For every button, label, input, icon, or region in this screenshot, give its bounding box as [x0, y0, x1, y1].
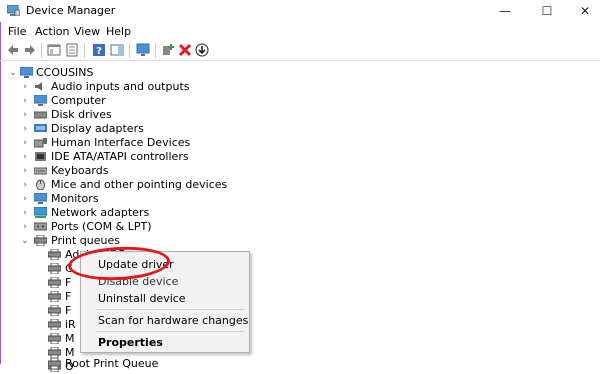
expand-arrow-icon[interactable]: › [20, 220, 30, 234]
maximize-button[interactable]: ☐ [532, 2, 562, 20]
print-queue-label: F [65, 304, 72, 317]
tree-category-label: Display adapters [51, 122, 144, 135]
forward-icon[interactable] [23, 43, 37, 57]
expand-arrow-icon[interactable]: › [20, 192, 30, 206]
tree-category-label: Monitors [51, 192, 99, 205]
print-queue-item[interactable]: Root Print Queue [48, 357, 198, 371]
printer-icon [48, 249, 61, 260]
expand-arrow-icon[interactable]: › [20, 80, 30, 94]
printer-icon [48, 333, 61, 344]
tree-category-label: IDE ATA/ATAPI controllers [51, 150, 189, 163]
printer-icon [48, 305, 61, 316]
title-bar: Device Manager — ☐ ✕ [0, 0, 600, 22]
expand-arrow-icon[interactable]: › [20, 164, 30, 178]
tree-category[interactable]: › Computer [20, 94, 320, 108]
svg-text:?: ? [96, 46, 102, 57]
menu-separator [96, 309, 244, 310]
expand-arrow-icon[interactable]: › [20, 94, 30, 108]
tree-category[interactable]: › Disk drives [20, 108, 320, 122]
action-pane-icon[interactable] [110, 43, 124, 57]
tree-category[interactable]: › Network adapters [20, 206, 320, 220]
scan-hardware-monitor-icon[interactable] [136, 43, 150, 57]
help-icon[interactable]: ? [92, 43, 106, 57]
mouse-icon [36, 179, 45, 190]
print-queue-label: M [65, 332, 75, 345]
device-manager-icon [7, 5, 20, 16]
ide-controller-icon [35, 152, 46, 161]
tree-category[interactable]: › Display adapters [20, 122, 320, 136]
printer-icon [48, 291, 61, 302]
tree-category-label: Mice and other pointing devices [51, 178, 228, 191]
disk-drive-icon [34, 111, 47, 119]
tree-category[interactable]: › Monitors [20, 192, 320, 206]
print-queue-label: F [65, 276, 72, 289]
printer-icon [34, 235, 47, 246]
display-adapter-icon [34, 124, 47, 132]
back-icon[interactable] [6, 43, 20, 57]
expand-arrow-icon[interactable]: › [20, 108, 30, 122]
hid-icon [34, 138, 47, 148]
tree-category-label: Human Interface Devices [51, 136, 191, 149]
tree-category-label: Disk drives [51, 108, 112, 121]
menu-view[interactable]: View [74, 25, 100, 38]
monitor-icon [34, 193, 47, 204]
scan-hardware-menu-item[interactable]: Scan for hardware changes [98, 314, 248, 327]
tree-category[interactable]: › Mice and other pointing devices [20, 178, 320, 192]
tree-category-label: Keyboards [51, 164, 109, 177]
printer-icon [48, 277, 61, 288]
computer-icon [20, 67, 33, 78]
expand-arrow-icon[interactable]: › [20, 206, 30, 220]
toolbar-separator [129, 43, 130, 58]
network-adapter-icon [34, 207, 47, 218]
expand-arrow-icon[interactable]: › [20, 136, 30, 150]
window-title: Device Manager [26, 4, 116, 17]
printer-icon [48, 263, 61, 274]
tree-category-label: Network adapters [51, 206, 150, 219]
collapse-arrow-icon[interactable]: ⌄ [20, 234, 30, 248]
expand-arrow-icon[interactable]: › [20, 122, 30, 136]
port-icon [34, 222, 47, 231]
tree-category[interactable]: › Keyboards [20, 164, 320, 178]
printer-icon [48, 319, 61, 330]
show-hide-console-tree-icon[interactable] [47, 43, 61, 57]
uninstall-device-icon[interactable] [178, 43, 192, 57]
menu-file[interactable]: File [8, 25, 26, 38]
close-button[interactable]: ✕ [570, 2, 600, 20]
uninstall-device-menu-item[interactable]: Uninstall device [98, 292, 186, 305]
collapse-arrow-icon[interactable]: ⌄ [8, 66, 18, 80]
toolbar-separator [41, 43, 42, 58]
print-queue-label: Root Print Queue [65, 357, 159, 370]
expand-arrow-icon[interactable]: › [20, 150, 30, 164]
tree-category-label: Computer [51, 94, 106, 107]
toolbar-separator [155, 43, 156, 58]
keyboard-icon [34, 167, 47, 175]
tree-category-label: Print queues [51, 234, 120, 247]
print-queue-label: iR [65, 318, 76, 331]
tree-category[interactable]: › Human Interface Devices [20, 136, 320, 150]
print-queue-label: F [65, 290, 72, 303]
properties-menu-item[interactable]: Properties [98, 336, 163, 349]
menu-action[interactable]: Action [35, 25, 69, 38]
toolbar-separator [84, 43, 85, 58]
update-driver-icon[interactable] [195, 43, 209, 57]
tree-category-expanded[interactable]: ⌄ Print queues [20, 234, 320, 248]
audio-icon [35, 82, 42, 91]
tree-category[interactable]: › Audio inputs and outputs [20, 80, 320, 94]
tree-category-label: Ports (COM & LPT) [51, 220, 152, 233]
tree-root[interactable]: ⌄ CCOUSINS [8, 66, 208, 80]
toolbar: ? [0, 41, 600, 61]
tree-root-label: CCOUSINS [36, 66, 94, 79]
tree-category[interactable]: › Ports (COM & LPT) [20, 220, 320, 234]
properties-sheet-icon[interactable] [65, 43, 79, 57]
minimize-button[interactable]: — [490, 2, 520, 20]
expand-arrow-icon[interactable]: › [20, 178, 30, 192]
menu-bar: File Action View Help [0, 24, 600, 40]
add-driver-icon[interactable] [161, 43, 175, 57]
menu-separator [96, 331, 244, 332]
tree-category[interactable]: › IDE ATA/ATAPI controllers [20, 150, 320, 164]
computer-icon [34, 95, 47, 106]
menu-help[interactable]: Help [106, 25, 131, 38]
tree-category-label: Audio inputs and outputs [51, 80, 190, 93]
